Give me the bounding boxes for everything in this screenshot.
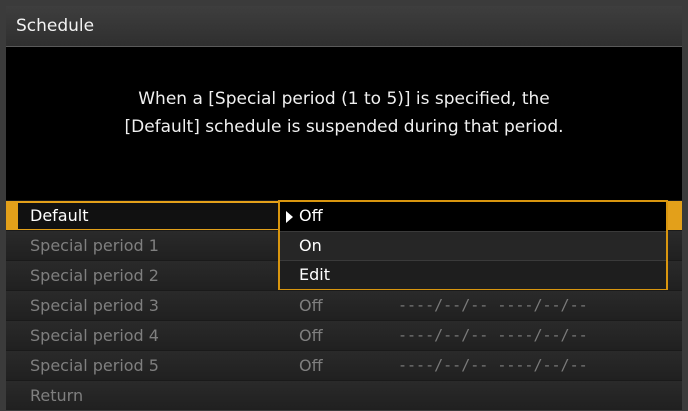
info-message-line-2: [Default] schedule is suspended during t… — [124, 117, 564, 137]
menu-item-label: Special period 2 — [30, 266, 159, 285]
menu-item-value: Off — [299, 296, 323, 315]
menu-item-date-range: ----/--/-- ----/--/-- — [398, 296, 588, 314]
menu-item-special-period-3[interactable]: Special period 3 Off ----/--/-- ----/--/… — [6, 290, 682, 320]
menu-item-value: Off — [299, 326, 323, 345]
menu-item-return[interactable]: Return — [6, 380, 682, 410]
menu-item-special-period-5[interactable]: Special period 5 Off ----/--/-- ----/--/… — [6, 350, 682, 380]
info-message: When a [Special period (1 to 5)] is spec… — [6, 85, 682, 141]
menu-item-label: Special period 5 — [30, 356, 159, 375]
menu-item-label: Default — [30, 206, 89, 225]
menu-item-label: Special period 3 — [30, 296, 159, 315]
info-message-line-1: When a [Special period (1 to 5)] is spec… — [138, 89, 550, 109]
dropdown-option-edit[interactable]: Edit — [280, 260, 666, 289]
dropdown-option-label: Edit — [299, 265, 330, 284]
dropdown-option-label: On — [299, 236, 322, 255]
menu-item-label: Return — [30, 386, 84, 405]
dropdown-option-on[interactable]: On — [280, 231, 666, 260]
menu-item-label: Special period 1 — [30, 236, 159, 255]
default-option-dropdown[interactable]: Off On Edit — [278, 200, 668, 290]
menu-item-date-range: ----/--/-- ----/--/-- — [398, 326, 588, 344]
selection-arrow-icon — [286, 211, 293, 223]
schedule-screen: Schedule When a [Special period (1 to 5)… — [0, 0, 688, 411]
page-title: Schedule — [16, 16, 95, 36]
dropdown-option-label: Off — [299, 206, 323, 225]
dropdown-option-off[interactable]: Off — [280, 202, 666, 231]
menu-item-special-period-4[interactable]: Special period 4 Off ----/--/-- ----/--/… — [6, 320, 682, 350]
menu-item-label: Special period 4 — [30, 326, 159, 345]
menu-item-date-range: ----/--/-- ----/--/-- — [398, 356, 588, 374]
menu-item-value: Off — [299, 356, 323, 375]
title-bar: Schedule — [6, 6, 682, 47]
